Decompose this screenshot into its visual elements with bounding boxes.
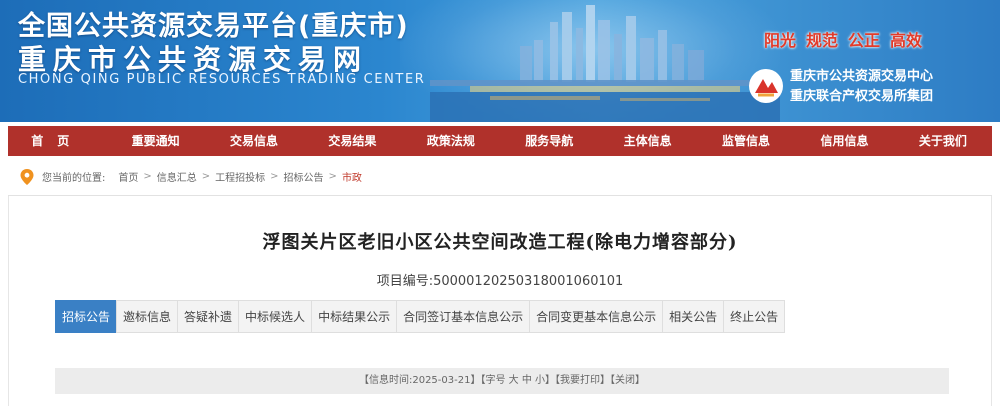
breadcrumb: 您当前的位置: 首页 > 信息汇总 > 工程招投标 > 招标公告 > 市政 (8, 158, 992, 196)
close-button[interactable]: 【关闭】 (610, 375, 645, 386)
breadcrumb-separator: > (201, 171, 211, 182)
nav-entities[interactable]: 主体信息 (598, 126, 696, 156)
font-size-large-button[interactable]: 大 (509, 375, 519, 386)
info-time-label: 【信息时间: (358, 375, 413, 386)
nav-trade-results[interactable]: 交易结果 (303, 126, 401, 156)
project-number: 项目编号:500001202503180010601​01 (0, 270, 1000, 289)
nav-supervision[interactable]: 监管信息 (697, 126, 795, 156)
nav-notices[interactable]: 重要通知 (106, 126, 204, 156)
org-property-exchange: 重庆联合产权交易所集团 (790, 89, 934, 104)
slogans: 阳光 规范 公正 高效 (764, 27, 922, 51)
nav-services[interactable]: 服务导航 (500, 126, 598, 156)
info-time-value: 2025-03-21 (412, 375, 471, 386)
tab-winning-candidates[interactable]: 中标候选人 (238, 300, 312, 333)
nav-about[interactable]: 关于我们 (894, 126, 992, 156)
location-pin-icon (20, 168, 34, 185)
tab-award-results[interactable]: 中标结果公示 (311, 300, 397, 333)
tab-invitation-info[interactable]: 邀标信息 (116, 300, 178, 333)
slogan-fair: 公正 (848, 31, 881, 50)
breadcrumb-prefix: 您当前的位置: (42, 173, 106, 184)
main-nav: 首页 重要通知 交易信息 交易结果 政策法规 服务导航 主体信息 监管信息 信用… (8, 126, 992, 156)
nav-home[interactable]: 首页 (8, 126, 106, 156)
nav-policies[interactable]: 政策法规 (402, 126, 500, 156)
breadcrumb-municipal[interactable]: 市政 (342, 169, 362, 184)
print-button[interactable]: 】【我要打印】 (545, 375, 610, 386)
city-skyline-image (430, 5, 780, 122)
tab-qa-addendum[interactable]: 答疑补遗 (177, 300, 239, 333)
tab-tender-notice[interactable]: 招标公告 (55, 300, 117, 333)
nav-trade-info[interactable]: 交易信息 (205, 126, 303, 156)
tab-contract-change[interactable]: 合同变更基本信息公示 (529, 300, 663, 333)
document-title: 浮图关片区老旧小区公共空间改造工程(除电力增容部分) (262, 232, 738, 253)
breadcrumb-separator: > (328, 171, 337, 182)
project-number-label: 项目编号: (376, 274, 434, 289)
breadcrumb-tender-notice[interactable]: 招标公告 (284, 169, 324, 184)
tab-contract-signing[interactable]: 合同签订基本信息公示 (396, 300, 530, 333)
font-size-label: 】【字号 (470, 375, 506, 386)
slogan-efficient: 高效 (890, 31, 923, 50)
font-size-medium-button[interactable]: 中 (522, 375, 532, 386)
breadcrumb-separator: > (143, 171, 152, 182)
org-trading-center: 重庆市公共资源交易中心 (790, 69, 934, 84)
slogan-sunshine: 阳光 (764, 31, 797, 50)
breadcrumb-separator: > (270, 171, 279, 182)
font-size-small-button[interactable]: 小 (535, 375, 545, 386)
nav-credit[interactable]: 信用信息 (795, 126, 893, 156)
slogan-standard: 规范 (806, 31, 839, 50)
breadcrumb-engineering-bidding[interactable]: 工程招投标 (215, 169, 265, 184)
site-name-english: CHONG QING PUBLIC RESOURCES TRADING CENT… (18, 72, 426, 87)
organization-names: 重庆市公共资源交易中心 重庆联合产权交易所集团 (790, 67, 933, 107)
breadcrumb-info-summary[interactable]: 信息汇总 (157, 169, 197, 184)
tab-related-notices[interactable]: 相关公告 (662, 300, 724, 333)
breadcrumb-home[interactable]: 首页 (118, 169, 138, 184)
info-toolbar: 【信息时间:2025-03-21】【字号 大 中 小】【我要打印】【关闭】 (55, 368, 949, 394)
site-banner: 全国公共资源交易平台(重庆市) 重庆市公共资源交易网 CHONG QING PU… (0, 0, 1000, 122)
organization-logo-icon (749, 69, 783, 103)
tab-termination-notice[interactable]: 终止公告 (723, 300, 786, 333)
notice-tabs: 招标公告 邀标信息 答疑补遗 中标候选人 中标结果公示 合同签订基本信息公示 合… (55, 300, 786, 333)
project-number-value: 500001202503180010601​01 (433, 274, 624, 289)
